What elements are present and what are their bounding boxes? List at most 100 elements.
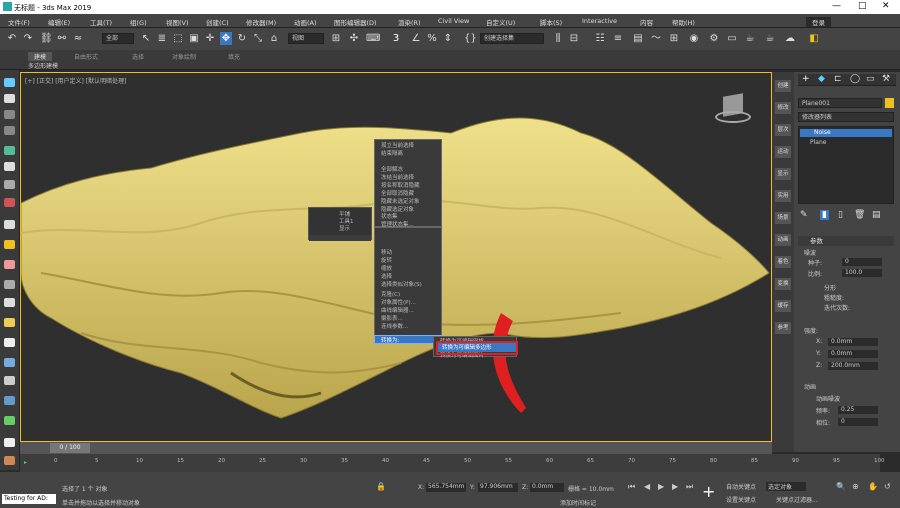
maxscript-listener[interactable]: Testing for AD: [2,494,56,504]
cmd-tab[interactable]: 着色 [775,256,791,268]
tool-icon-11[interactable] [4,260,15,269]
go-to-start-icon[interactable]: ⏮ [628,482,635,492]
pin-stack-icon[interactable]: ✎ [800,210,808,220]
cmd-tab[interactable]: 层次 [775,124,791,136]
menu-item-isolate[interactable]: 孤立当前选择 [381,141,414,149]
tool-icon-20[interactable] [4,438,15,447]
cmd-tab[interactable]: 缓存 [775,300,791,312]
tool-icon-6[interactable] [4,162,15,171]
menu-graph-editors[interactable]: 图形编辑器(D) [334,17,377,27]
coord-z-field[interactable]: 0.0mm [530,483,564,492]
redo-icon[interactable]: ↷ [22,32,34,45]
named-selection-dropdown[interactable]: 创建选择集 [480,33,544,44]
scale-spinner[interactable]: 100.0 [842,269,882,277]
tab-freeform[interactable]: 自由形式 [74,52,98,61]
hierarchy-tab-icon[interactable]: ⊏ [834,74,842,84]
menu-customize[interactable]: 自定义(U) [486,17,515,27]
tab-object-paint[interactable]: 对象绘制 [172,52,196,61]
lock-selection-icon[interactable]: 🔒 [376,482,386,491]
play-icon[interactable]: ▶ [658,482,664,491]
coord-x-field[interactable]: 565.754mm [426,483,466,492]
rotate-icon[interactable]: ↻ [236,32,248,45]
menu-item-object-properties[interactable]: 对象属性(P)... [381,298,416,306]
menu-views[interactable]: 视图(V) [166,17,189,27]
menu-item-move[interactable]: 移动 [381,248,392,256]
time-slider-thumb[interactable]: 0 / 100 [50,443,90,453]
quad-item[interactable]: 显示 [339,224,350,232]
rendered-frame-icon[interactable]: ▭ [726,32,738,45]
select-by-name-icon[interactable]: ≣ [156,32,168,45]
menu-item-convert-to[interactable]: 转换为: [374,335,442,344]
previous-frame-icon[interactable]: ◀ [644,482,650,491]
go-to-end-icon[interactable]: ⏭ [686,482,693,492]
key-selection-dropdown[interactable]: 选定对象 [766,482,806,491]
bind-spacewarp-icon[interactable]: ≈ [72,32,84,45]
tool-icon-12[interactable] [4,280,15,289]
fractal-checkbox[interactable]: 分形 [824,283,836,292]
place-icon[interactable]: ⌂ [268,32,280,45]
set-key-icon[interactable]: + [702,482,715,501]
menu-file[interactable]: 文件(F) [8,17,30,27]
angle-snap-icon[interactable]: ∠ [410,32,422,45]
percent-snap-icon[interactable]: % [426,32,438,45]
orbit-icon[interactable]: ↺ [884,482,891,491]
snaps-toggle-icon[interactable]: 3 [390,32,402,45]
move-active-icon[interactable]: ✥ [220,32,232,45]
minimize-icon[interactable]: — [832,1,841,11]
frequency-spinner[interactable]: 0.25 [838,406,878,414]
menu-animation[interactable]: 动画(A) [294,17,317,27]
cmd-tab[interactable]: 创建 [775,80,791,92]
tool-icon-10[interactable] [4,240,15,249]
menu-help[interactable]: 帮助(H) [672,17,695,27]
motion-tab-icon[interactable]: ◯ [850,74,860,84]
material-editor-icon[interactable]: ◉ [688,32,700,45]
maximize-icon[interactable]: □ [858,1,867,11]
next-frame-icon[interactable]: ▶ [672,482,678,491]
scene-explorer-icon[interactable]: ☷ [594,32,606,45]
tool-icon-1[interactable] [4,78,15,87]
cmd-tab[interactable]: 显示 [775,168,791,180]
cmd-tab[interactable]: 运动 [775,146,791,158]
remove-modifier-icon[interactable]: 🗑 [854,210,865,220]
menu-item-select[interactable]: 选择 [381,272,392,280]
menu-item-unhide-all[interactable]: 全部取消隐藏 [381,189,414,197]
cmd-tab[interactable]: 参考 [775,322,791,334]
render-setup-icon[interactable]: ⚙ [708,32,720,45]
select-move-icon[interactable]: ✛ [204,32,216,45]
align-icon[interactable]: ⊟ [568,32,580,45]
show-end-result-icon[interactable]: ▮ [820,210,829,220]
menu-item-select-similar[interactable]: 选择类似对象(S) [381,280,422,288]
time-slider[interactable]: 0 / 100 [20,442,772,454]
cmd-tab[interactable]: 变换 [775,278,791,290]
display-tab-icon[interactable]: ▭ [866,74,875,84]
menu-scripting[interactable]: 脚本(S) [540,17,562,27]
strength-z-spinner[interactable]: 200.0mm [828,362,878,370]
tab-modeling[interactable]: 建模 [28,52,53,61]
render-production-icon[interactable]: ☕ [764,32,776,45]
add-time-tag[interactable]: 添加时间标记 [560,498,596,507]
tool-icon-17[interactable] [4,376,15,385]
strength-y-spinner[interactable]: 0.0mm [828,350,878,358]
tool-icon-3[interactable] [4,110,15,119]
menu-interactive[interactable]: Interactive [582,17,617,25]
menu-item-rotate[interactable]: 旋转 [381,256,392,264]
menu-item-dope-sheet[interactable]: 摄影表... [381,314,403,322]
menu-item-wire-parameters[interactable]: 连线参数... [381,322,408,330]
ribbon-toggle-icon[interactable]: ▤ [632,32,644,45]
selection-filter-dropdown[interactable]: 全部 [102,33,134,44]
zoom-all-icon[interactable]: ⊕ [852,482,859,491]
tool-icon-13[interactable] [4,298,15,307]
schematic-view-icon[interactable]: ⊞ [668,32,680,45]
tool-icon-5[interactable] [4,146,15,155]
menu-modifiers[interactable]: 修改器(M) [246,17,276,27]
menu-civil-view[interactable]: Civil View [438,17,469,25]
render-cloud-icon[interactable]: ☁ [784,32,796,45]
utilities-tab-icon[interactable]: ⚒ [882,74,890,84]
tool-icon-2[interactable] [4,94,15,103]
cmd-tab[interactable]: 实用 [775,190,791,202]
zoom-icon[interactable]: 🔍 [836,482,846,491]
layer-explorer-icon[interactable]: ≡ [612,32,624,45]
tool-icon-8[interactable] [4,198,15,207]
tool-icon-16[interactable] [4,358,15,367]
make-unique-icon[interactable]: ▯ [838,210,843,220]
